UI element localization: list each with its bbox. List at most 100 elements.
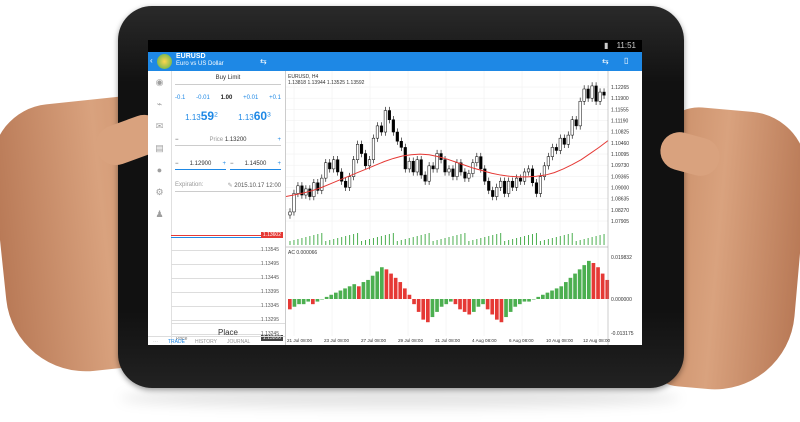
ac-bar: [338, 290, 343, 299]
volume-step-plus-small[interactable]: +0.01: [243, 95, 258, 101]
price-input[interactable]: Price 1.13200: [209, 137, 246, 143]
candle: [344, 180, 348, 188]
volume-bar: [305, 237, 307, 245]
candle: [558, 137, 562, 151]
ac-bar: [485, 299, 490, 310]
volume-bar: [392, 233, 394, 245]
ac-bar: [600, 273, 605, 299]
x-tick-label: 29 Jul 08:00: [398, 338, 423, 343]
ac-bar: [301, 299, 306, 305]
volume-bar: [416, 236, 418, 245]
candle: [379, 125, 383, 133]
ladder-line: [171, 306, 261, 307]
tab-journal[interactable]: JOURNAL: [222, 337, 255, 345]
candle: [415, 159, 419, 173]
arrows-icon[interactable]: ⇆: [260, 57, 267, 66]
ac-bar: [513, 299, 518, 307]
price-plus-button[interactable]: +: [277, 137, 281, 143]
expiration-field[interactable]: Expiration: ✎ 2015.10.17 12:00: [175, 182, 281, 192]
candle: [507, 180, 511, 194]
take-profit-field[interactable]: − 1.14500 +: [230, 161, 281, 170]
volume-step-plus-big[interactable]: +0.1: [269, 95, 281, 101]
x-tick-label: 12 Aug 08:00: [583, 338, 611, 343]
chart-icon[interactable]: ⌁: [148, 93, 171, 115]
price-chart[interactable]: EURUSD, H4 1.13818 1.13944 1.13525 1.135…: [286, 71, 642, 345]
volume-bar: [535, 233, 537, 245]
y-tick-label: 1.09365: [611, 174, 629, 180]
volume-bar: [436, 240, 438, 245]
sl-plus-button[interactable]: +: [222, 161, 226, 167]
candle: [399, 140, 403, 148]
candle: [439, 153, 443, 160]
chat-icon[interactable]: ●: [148, 159, 171, 181]
volume-value[interactable]: 1.00: [221, 95, 233, 101]
ac-bar: [343, 288, 347, 299]
ac-bar: [490, 299, 495, 315]
price-label: Price: [209, 137, 224, 143]
volume-step-minus-big[interactable]: -0.1: [175, 95, 185, 101]
ac-bar: [596, 267, 600, 299]
volume-bar: [376, 237, 378, 245]
place-button[interactable]: Place: [171, 323, 285, 337]
ladder-level: 1.13545: [260, 247, 279, 253]
volume-bar: [420, 235, 422, 245]
ac-bar: [306, 299, 311, 302]
candle: [582, 88, 586, 102]
volume-bar: [591, 237, 593, 245]
ac-bar: [458, 299, 462, 310]
chevron-left-icon[interactable]: ‹: [150, 56, 153, 65]
candle: [348, 176, 352, 188]
news-icon[interactable]: ▤: [148, 137, 171, 159]
x-tick-label: 6 Aug 08:00: [509, 338, 534, 343]
volume-bar: [440, 239, 442, 245]
volume-bar: [520, 237, 522, 245]
ac-bar: [389, 273, 393, 299]
volume-bar: [333, 239, 335, 245]
ac-bar: [582, 265, 587, 299]
candle: [423, 174, 427, 182]
candle: [324, 162, 328, 179]
stop-loss-field[interactable]: − 1.12900 +: [175, 161, 226, 170]
settings-icon[interactable]: ⚙: [148, 181, 171, 203]
volume-bar: [500, 233, 502, 245]
mail-icon[interactable]: ✉: [148, 115, 171, 137]
volume-bar: [345, 236, 347, 245]
candle: [308, 188, 312, 197]
candle: [359, 144, 364, 154]
candle: [578, 101, 582, 127]
tp-minus-button[interactable]: −: [230, 161, 234, 167]
ac-bar: [481, 299, 485, 305]
volume-bar: [313, 235, 315, 245]
tp-plus-button[interactable]: +: [277, 161, 281, 167]
sl-minus-button[interactable]: −: [175, 161, 179, 167]
volume-bar: [321, 233, 323, 245]
ac-bar: [435, 299, 439, 312]
volume-step-minus-small[interactable]: -0.01: [196, 95, 210, 101]
candle: [538, 176, 542, 194]
expiration-date: 2015.10.17 12:00: [234, 183, 281, 189]
tab-history[interactable]: HISTORY: [190, 337, 222, 345]
volume-bar: [555, 237, 557, 245]
price-field[interactable]: − Price 1.13200 +: [175, 137, 281, 146]
ac-bar: [403, 288, 407, 299]
volume-bar: [317, 234, 319, 245]
tab-trade[interactable]: TRADE: [163, 337, 190, 345]
symbol-name[interactable]: EURUSD: [176, 53, 206, 60]
candle: [407, 160, 411, 170]
candle: [503, 180, 507, 194]
account-icon[interactable]: ♟: [148, 203, 171, 225]
volume-bar: [516, 238, 518, 245]
document-icon[interactable]: ▯: [624, 56, 628, 65]
ac-bar: [550, 290, 554, 299]
candle: [511, 180, 515, 188]
arrows-icon[interactable]: ⇆: [602, 57, 609, 66]
tp-value: 1.14500: [244, 161, 267, 167]
candle: [467, 173, 471, 179]
candle: [499, 180, 503, 188]
ac-bar: [462, 299, 467, 312]
price-minus-button[interactable]: −: [175, 137, 179, 143]
chart-svg[interactable]: EURUSD, H4 1.13818 1.13944 1.13525 1.135…: [286, 71, 642, 345]
volume-bar: [388, 234, 390, 245]
quotes-icon[interactable]: ◉: [148, 71, 171, 93]
order-type-select[interactable]: Buy Limit: [175, 75, 281, 85]
